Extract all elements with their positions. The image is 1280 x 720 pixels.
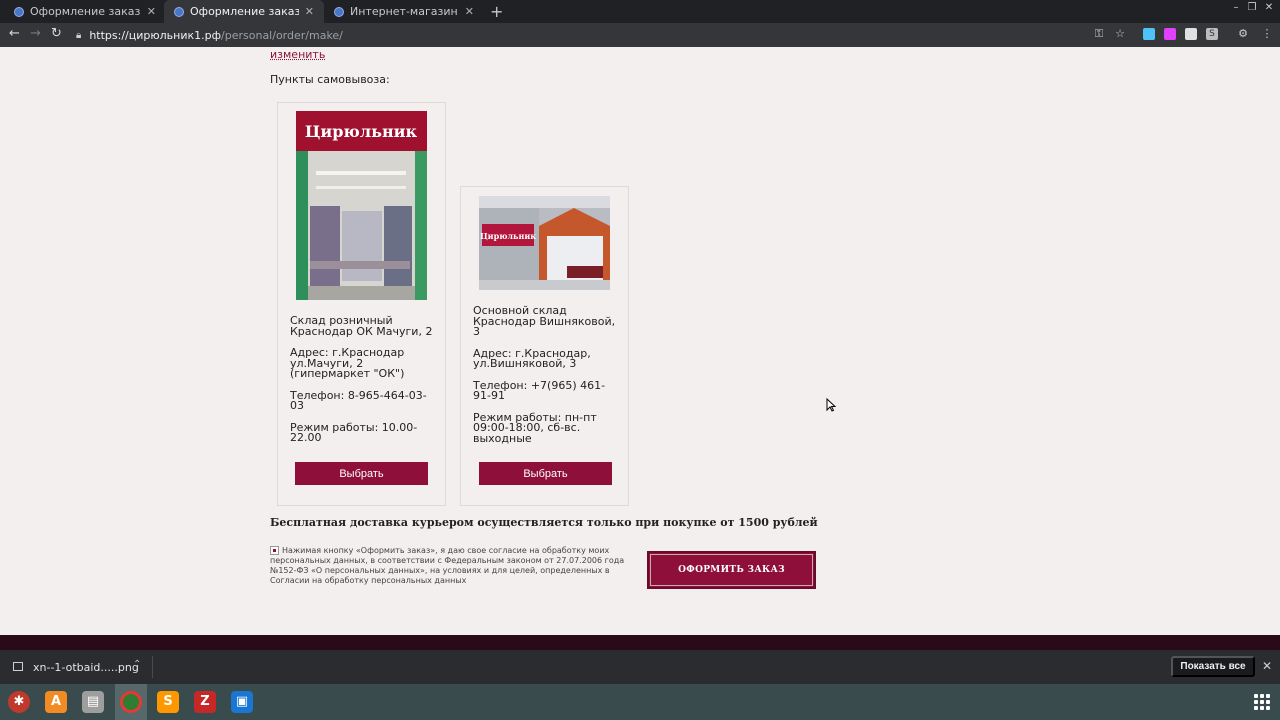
software-center-icon[interactable]: A — [45, 691, 67, 713]
pickup-info: Основной склад Краснодар Вишняковой, 3 А… — [473, 304, 618, 455]
extension-icon[interactable] — [1185, 28, 1197, 40]
site-footer — [0, 635, 1280, 650]
file-manager-icon[interactable]: ▤ — [82, 691, 104, 713]
tab-order-2[interactable]: Оформление заказа ✕ — [164, 0, 324, 23]
tab-title: Оформление заказа — [30, 5, 141, 18]
chevron-up-icon[interactable]: ⌃ — [133, 659, 141, 670]
close-icon[interactable]: ✕ — [305, 5, 314, 18]
minimize-icon[interactable]: – — [1229, 2, 1243, 13]
pickup-info: Склад розничный Краснодар ОК Мачуги, 2 А… — [290, 314, 435, 455]
pickup-address: Адрес: г.Краснодар, ул.Вишняковой, 3 — [473, 346, 591, 370]
consent-text: Нажимая кнопку «Оформить заказ», я даю с… — [270, 546, 625, 585]
tab-shop[interactable]: Интернет-магазин "Цир ✕ — [324, 0, 484, 23]
forward-icon[interactable]: → — [30, 26, 41, 41]
delivery-note: Бесплатная доставка курьером осуществляе… — [270, 516, 818, 529]
lock-icon: 🔒︎ — [76, 29, 82, 41]
consent-checkbox[interactable] — [270, 546, 279, 555]
pickup-address: Адрес: г.Краснодар ул.Мачуги, 2 (гиперма… — [290, 346, 405, 380]
reload-icon[interactable]: ↻ — [51, 26, 62, 41]
download-separator — [152, 656, 153, 678]
tab-order-1[interactable]: Оформление заказа ✕ — [4, 0, 166, 23]
restore-icon[interactable]: ❐ — [1245, 2, 1259, 13]
tab-title: Интернет-магазин "Цир — [350, 5, 459, 18]
pickup-point-card[interactable]: Цирюльник Склад розничный Краснодар ОК М… — [277, 102, 446, 506]
change-link[interactable]: изменить — [270, 48, 325, 61]
close-icon[interactable]: ✕ — [465, 5, 474, 18]
new-tab-icon[interactable]: + — [490, 2, 503, 21]
address-bar[interactable]: 🔒︎ https://цирюльник1.рф /personal/order… — [76, 26, 1086, 44]
key-icon[interactable]: ⚿ — [1093, 28, 1105, 40]
place-order-button[interactable]: ОФОРМИТЬ ЗАКАЗ — [647, 551, 816, 589]
store-photo: Цирюльник — [296, 111, 427, 300]
download-file-name[interactable]: xn--1-otbaid.....png — [33, 661, 139, 674]
globe-icon — [174, 6, 184, 17]
globe-icon — [14, 6, 24, 17]
settings-gear-icon[interactable]: ✱ — [8, 691, 30, 713]
store-sign: Цирюльник — [305, 122, 418, 141]
warehouse-sign: Цирюльник — [480, 231, 536, 241]
close-window-icon[interactable]: ✕ — [1262, 2, 1276, 13]
download-bar: xn--1-otbaid.....png ⌃ Показать все ✕ — [0, 650, 1280, 684]
warehouse-photo: Цирюльник — [479, 196, 610, 290]
puzzle-icon[interactable]: ⚙ — [1237, 28, 1249, 40]
image-file-icon — [13, 662, 23, 671]
pickup-phone: Телефон: +7(965) 461-91-91 — [473, 378, 606, 402]
pickup-point-card[interactable]: Цирюльник Основной склад Краснодар Вишня… — [460, 186, 629, 506]
tab-title: Оформление заказа — [190, 5, 299, 18]
back-icon[interactable]: ← — [9, 26, 20, 41]
show-all-downloads-button[interactable]: Показать все — [1171, 656, 1255, 677]
pickup-phone: Телефон: 8-965-464-03-03 — [290, 388, 427, 412]
globe-icon — [334, 6, 344, 17]
pickup-points-title: Пункты самовывоза: — [270, 73, 390, 86]
select-pickup-button[interactable]: Выбрать — [479, 462, 612, 485]
extension-icon[interactable]: S — [1206, 28, 1218, 40]
star-icon[interactable]: ☆ — [1114, 28, 1126, 40]
taskbar — [0, 684, 1280, 720]
pickup-hours: Режим работы: пн-пт 09:00-18:00, сб-вс. … — [473, 410, 597, 445]
chrome-icon[interactable] — [120, 691, 142, 713]
extension-icon[interactable] — [1164, 28, 1176, 40]
browser-toolbar: ← → ↻ 🔒︎ https://цирюльник1.рф /personal… — [0, 23, 1280, 47]
mouse-cursor-icon — [826, 398, 836, 412]
pickup-hours: Режим работы: 10.00-22.00 — [290, 420, 418, 444]
page-content: изменить Пункты самовывоза: Цирюльник Ск — [0, 47, 1280, 635]
select-pickup-button[interactable]: Выбрать — [295, 462, 428, 485]
close-icon[interactable]: ✕ — [1262, 659, 1272, 673]
browser-tab-strip: Оформление заказа ✕ Оформление заказа ✕ … — [0, 0, 1280, 23]
pickup-name: Склад розничный Краснодар ОК Мачуги, 2 — [290, 314, 433, 338]
screenshot-tool-icon[interactable]: ▣ — [231, 691, 253, 713]
apps-grid-icon[interactable] — [1254, 694, 1270, 710]
sublime-text-icon[interactable]: S — [157, 691, 179, 713]
filezilla-icon[interactable]: Z — [194, 691, 216, 713]
url-host: https://цирюльник1.рф — [89, 28, 222, 42]
extension-icon[interactable] — [1143, 28, 1155, 40]
close-icon[interactable]: ✕ — [147, 5, 156, 18]
pickup-name: Основной склад Краснодар Вишняковой, 3 — [473, 304, 616, 338]
menu-icon[interactable]: ⋮ — [1261, 28, 1273, 40]
url-path: /personal/order/make/ — [221, 28, 343, 42]
